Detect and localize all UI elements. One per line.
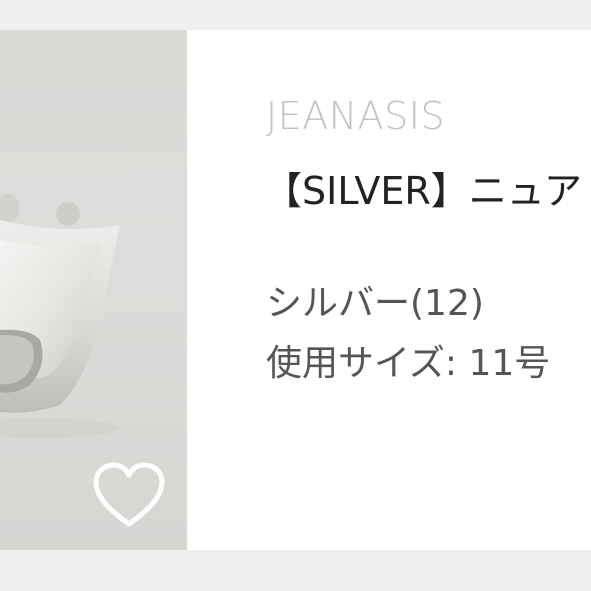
product-color: シルバー(12) xyxy=(266,283,484,324)
product-photo[interactable] xyxy=(0,30,187,550)
product-title[interactable]: 【SILVER】ニュア xyxy=(264,160,582,215)
product-size: 使用サイズ: 11号 xyxy=(266,343,551,384)
brand-name[interactable]: JEANASIS xyxy=(266,94,445,138)
product-info: JEANASIS 【SILVER】ニュア シルバー(12) 使用サイズ: 11号 xyxy=(264,30,591,550)
product-card[interactable]: JEANASIS 【SILVER】ニュア シルバー(12) 使用サイズ: 11号 xyxy=(0,30,591,550)
favorite-button[interactable] xyxy=(92,462,166,530)
heart-outline-icon xyxy=(93,462,165,527)
